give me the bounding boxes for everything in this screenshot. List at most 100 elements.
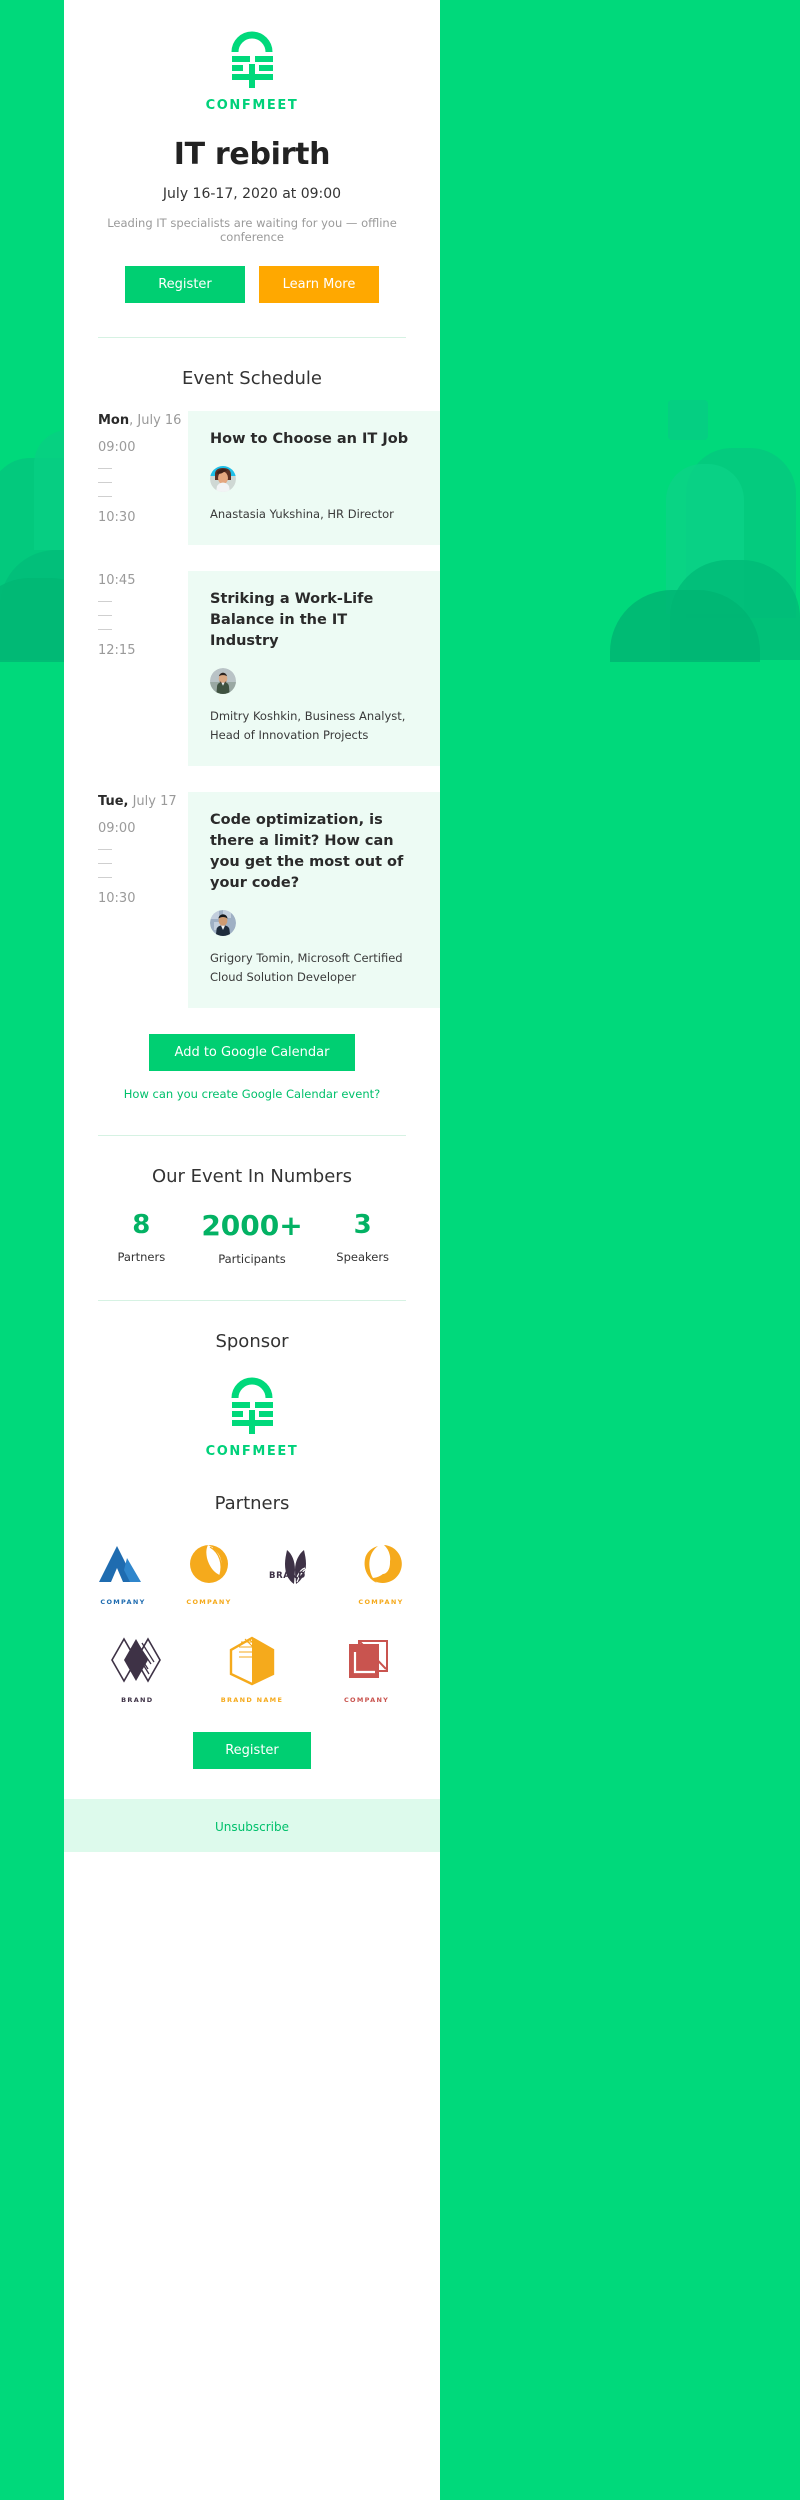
partner-name: BRAND NAME bbox=[220, 1695, 284, 1704]
numbers-stats-row: 8 Partners 2000+ Participants 3 Speakers bbox=[64, 1209, 440, 1266]
session-speaker: Dmitry Koshkin, Business Analyst, Head o… bbox=[210, 709, 406, 742]
schedule-start-time: 09:00 bbox=[98, 821, 136, 837]
session-card[interactable]: How to Choose an IT Job Anastasia Yukshi… bbox=[188, 411, 440, 546]
stat-label: Partners bbox=[117, 1249, 166, 1264]
stat-value: 3 bbox=[353, 1210, 372, 1241]
brand-header: CONFMEET bbox=[64, 0, 440, 113]
session-title: How to Choose an IT Job bbox=[210, 431, 409, 447]
hero-section: IT rebirth July 16-17, 2020 at 09:00 Lea… bbox=[64, 137, 440, 303]
partner-name: COMPANY bbox=[358, 1597, 404, 1606]
schedule-time-column: Tue, July 17 09:00 10:30 bbox=[64, 792, 188, 1008]
schedule-tick bbox=[98, 482, 112, 483]
partner-diamonds-icon bbox=[106, 1637, 168, 1690]
partner-circle-leaf-icon bbox=[184, 1544, 234, 1592]
add-to-google-calendar-button[interactable]: Add to Google Calendar bbox=[148, 1034, 356, 1072]
unsubscribe-bar: Unsubscribe bbox=[64, 1798, 440, 1852]
partner-logo-item[interactable]: BRAND NAME bbox=[195, 1626, 310, 1718]
schedule-tick bbox=[98, 629, 112, 631]
page-title: IT rebirth bbox=[173, 137, 331, 172]
schedule-start-time: 10:45 bbox=[98, 573, 136, 589]
stat-item: 2000+ Participants bbox=[197, 1209, 308, 1266]
partner-logo-item[interactable]: COMPANY bbox=[166, 1532, 252, 1620]
partner-logo-item[interactable]: COMPANY bbox=[309, 1626, 424, 1718]
bg-shape bbox=[668, 400, 708, 440]
partner-leaves-icon: BRAND bbox=[267, 1549, 323, 1592]
partners-row-1: COMPANY COMPANY BRAND COMPANY bbox=[64, 1532, 440, 1620]
svg-text:BRAND: BRAND bbox=[269, 1571, 306, 1581]
sponsor-heading: Sponsor bbox=[215, 1330, 289, 1352]
divider bbox=[98, 337, 406, 338]
event-date: July 16-17, 2020 at 09:00 bbox=[162, 186, 342, 202]
partner-name: COMPANY bbox=[186, 1597, 232, 1606]
schedule-tick bbox=[98, 496, 112, 497]
partner-logo-item[interactable]: BRAND bbox=[252, 1532, 338, 1620]
schedule-heading: Event Schedule bbox=[181, 368, 322, 389]
schedule-day-date: , July 16 bbox=[129, 413, 182, 428]
sponsor-logo-block: CONFMEET bbox=[64, 1374, 440, 1459]
schedule-tick-group bbox=[98, 468, 188, 497]
footer-register-button[interactable]: Register bbox=[193, 1731, 311, 1769]
email-page-background: CONFMEET IT rebirth July 16-17, 2020 at … bbox=[0, 0, 800, 2500]
partner-crescent-o-icon bbox=[356, 1544, 406, 1592]
session-title: Code optimization, is there a limit? How… bbox=[210, 812, 404, 892]
partner-hexagon-icon bbox=[223, 1636, 281, 1690]
session-speaker: Anastasia Yukshina, HR Director bbox=[210, 507, 394, 522]
register-button[interactable]: Register bbox=[125, 266, 245, 303]
schedule-day-label: Tue, July 17 bbox=[98, 794, 188, 809]
confmeet-lock-logo-icon bbox=[221, 28, 283, 92]
schedule-row: Tue, July 17 09:00 10:30 Code optimizati… bbox=[64, 792, 440, 1009]
stat-item: 8 Partners bbox=[86, 1211, 197, 1266]
speaker-avatar-grigory-icon bbox=[210, 910, 236, 937]
schedule-row: 10:45 12:15 Striking a Work-Life Balance… bbox=[64, 571, 440, 767]
partner-square-corner-icon bbox=[339, 1639, 395, 1690]
partner-logo-item[interactable]: COMPANY bbox=[338, 1532, 424, 1620]
session-card[interactable]: Striking a Work-Life Balance in the IT I… bbox=[188, 571, 440, 767]
learn-more-button[interactable]: Learn More bbox=[259, 266, 379, 303]
schedule-end-time: 10:30 bbox=[98, 891, 136, 907]
session-speaker: Grigory Tomin, Microsoft Certified Cloud… bbox=[210, 951, 403, 984]
schedule-list: Mon, July 16 09:00 10:30 How to Choose a… bbox=[64, 411, 440, 1009]
calendar-help-link[interactable]: How can you create Google Calendar event… bbox=[64, 1087, 440, 1101]
schedule-day-abbr: Mon bbox=[98, 413, 130, 428]
speaker-avatar-dmitry-icon bbox=[210, 668, 236, 695]
schedule-tick bbox=[98, 601, 112, 603]
divider bbox=[98, 1135, 406, 1137]
partner-logo-item[interactable]: COMPANY bbox=[80, 1532, 166, 1620]
schedule-start-time: 09:00 bbox=[98, 440, 136, 455]
partner-name: COMPANY bbox=[100, 1597, 146, 1606]
session-card[interactable]: Code optimization, is there a limit? How… bbox=[188, 792, 440, 1009]
schedule-day-abbr: Tue, bbox=[98, 794, 129, 810]
partner-logo-item[interactable]: BRAND bbox=[80, 1626, 195, 1718]
stat-item: 3 Speakers bbox=[307, 1211, 418, 1266]
footer-cta-section: Register bbox=[64, 1731, 440, 1769]
schedule-tick bbox=[98, 863, 112, 865]
partner-name: COMPANY bbox=[343, 1695, 390, 1704]
schedule-row: Mon, July 16 09:00 10:30 How to Choose a… bbox=[64, 411, 440, 546]
session-title: Striking a Work-Life Balance in the IT I… bbox=[210, 591, 374, 650]
calendar-cta-section: Add to Google Calendar How can you creat… bbox=[64, 1034, 440, 1101]
schedule-day-label: Mon, July 16 bbox=[98, 413, 188, 428]
partners-heading: Partners bbox=[214, 1492, 290, 1514]
stat-value: 8 bbox=[132, 1210, 151, 1241]
schedule-tick bbox=[98, 615, 112, 617]
numbers-heading: Our Event In Numbers bbox=[151, 1166, 353, 1188]
stat-label: Speakers bbox=[336, 1249, 390, 1264]
speaker-avatar-anastasia-icon bbox=[210, 466, 236, 493]
event-tagline: Leading IT specialists are waiting for y… bbox=[107, 216, 397, 244]
email-card: CONFMEET IT rebirth July 16-17, 2020 at … bbox=[64, 0, 440, 2500]
unsubscribe-link[interactable]: Unsubscribe bbox=[215, 1820, 289, 1834]
partner-triangle-mountain-icon bbox=[97, 1545, 149, 1592]
divider bbox=[98, 1299, 406, 1301]
schedule-tick bbox=[98, 849, 112, 851]
schedule-tick bbox=[98, 877, 112, 879]
schedule-tick bbox=[98, 468, 112, 469]
confmeet-lock-logo-icon bbox=[221, 1374, 283, 1438]
schedule-tick-group bbox=[98, 849, 188, 879]
stat-value: 2000+ bbox=[201, 1209, 303, 1243]
stat-label: Participants bbox=[218, 1251, 286, 1266]
schedule-time-column: Mon, July 16 09:00 10:30 bbox=[64, 411, 188, 545]
schedule-end-time: 12:15 bbox=[98, 643, 136, 659]
sponsor-wordmark: CONFMEET bbox=[205, 1443, 299, 1459]
schedule-tick-group bbox=[98, 601, 188, 631]
hero-cta-row: Register Learn More bbox=[88, 266, 416, 303]
